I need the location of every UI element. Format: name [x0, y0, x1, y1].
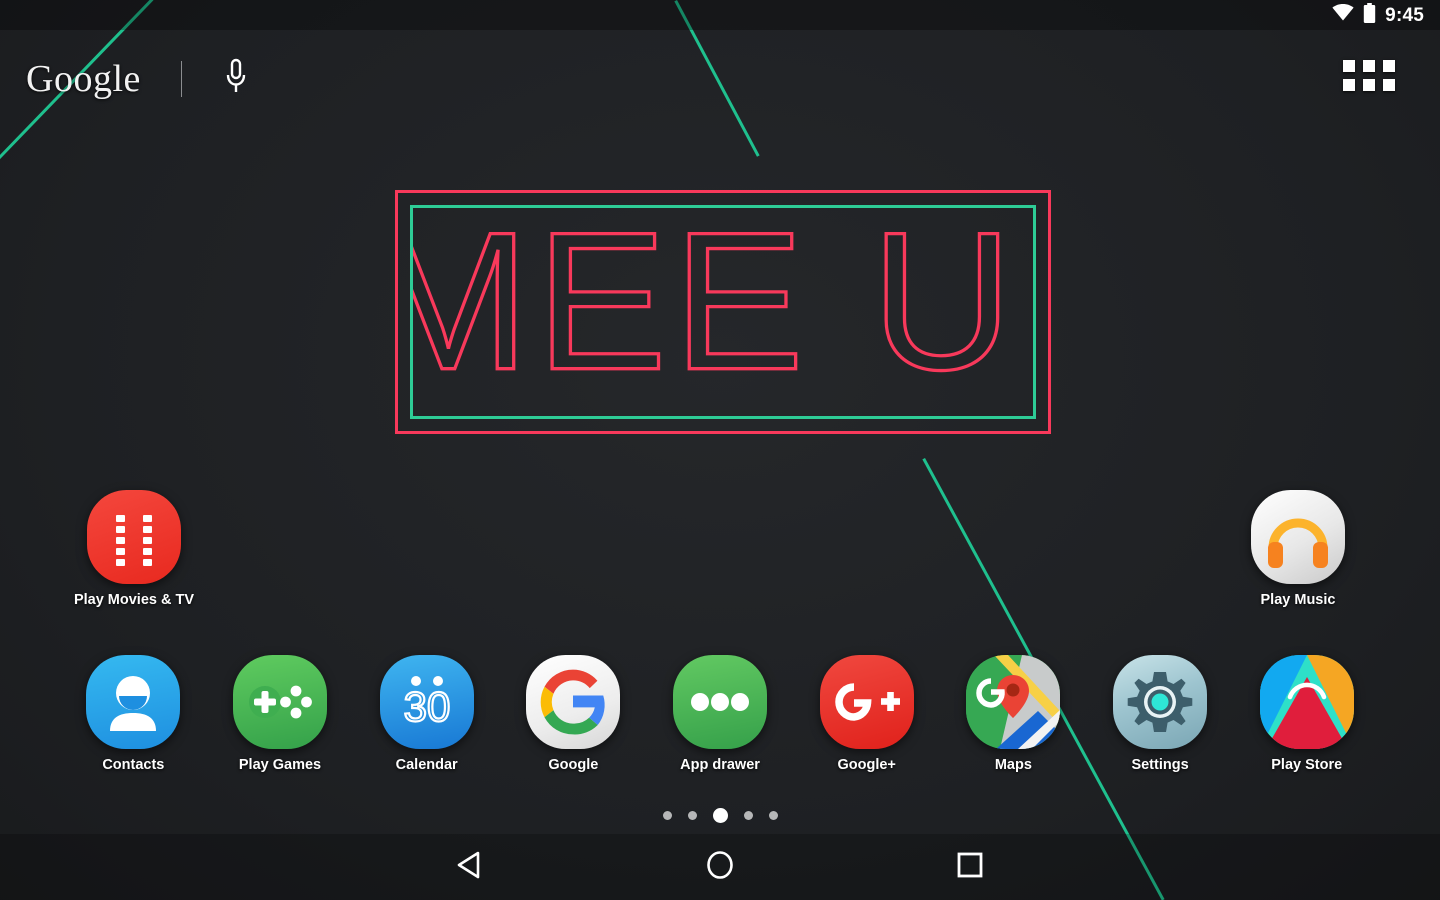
search-widget-divider [180, 61, 182, 97]
google-search-widget[interactable]: Google [26, 52, 250, 106]
page-dot-5[interactable] [768, 811, 778, 820]
mee-ui-logo-text: MEE UI [413, 224, 1033, 400]
home-button[interactable] [595, 848, 845, 887]
grid-cell [1363, 79, 1375, 91]
app-icon-play-games[interactable]: Play Games [207, 655, 354, 773]
back-button[interactable] [345, 848, 595, 887]
recents-button[interactable] [845, 848, 1095, 887]
calendar-day-number: 30 [403, 683, 450, 730]
home-screen-row-top: Play Movies & TV Play Music [0, 490, 1440, 608]
status-bar-clock: 9:45 [1385, 4, 1424, 26]
grid-cell [1363, 60, 1375, 72]
status-bar: 9:45 [0, 0, 1440, 30]
grid-cell [1383, 79, 1395, 91]
app-drawer-icon[interactable] [673, 655, 768, 749]
google-icon[interactable] [526, 655, 621, 749]
app-label: Calendar [395, 757, 458, 773]
mee-ui-logo: MEE UI [395, 190, 1051, 434]
maps-icon[interactable] [966, 655, 1061, 749]
app-label: Play Games [238, 757, 322, 773]
app-label: Play Store [1271, 757, 1343, 773]
app-icon-play-store[interactable]: Play Store [1233, 655, 1380, 773]
app-icon-contacts[interactable]: Contacts [60, 655, 207, 773]
recents-square-icon[interactable] [953, 848, 987, 887]
svg-text:MEE UI: MEE UI [413, 224, 1033, 400]
app-icon-play-music[interactable]: Play Music [1224, 490, 1372, 608]
calendar-icon[interactable]: 30 [379, 655, 474, 749]
app-label: Contacts [102, 757, 165, 773]
row-spacer [208, 490, 1224, 608]
app-icon-app-drawer[interactable]: App drawer [647, 655, 794, 773]
wifi-icon [1332, 4, 1354, 26]
grid-cell [1343, 60, 1355, 72]
home-circle-icon[interactable] [703, 848, 737, 887]
app-label: Maps [994, 757, 1032, 773]
app-icon-play-movies-tv[interactable]: Play Movies & TV [60, 490, 208, 608]
microphone-icon[interactable] [222, 57, 250, 102]
back-triangle-icon[interactable] [453, 848, 487, 887]
app-icon-maps[interactable]: Maps [940, 655, 1087, 773]
grid-cell [1383, 60, 1395, 72]
navigation-bar [0, 834, 1440, 900]
page-dot-2[interactable] [687, 811, 697, 820]
google-plus-icon[interactable] [819, 655, 914, 749]
app-label: Play Music [1260, 592, 1336, 608]
page-dot-3-active[interactable] [712, 808, 728, 823]
settings-icon[interactable] [1113, 655, 1208, 749]
app-icon-google-plus[interactable]: Google+ [793, 655, 940, 773]
page-indicator[interactable] [0, 808, 1440, 823]
app-label: Play Movies & TV [73, 592, 195, 608]
app-label: Google [548, 757, 599, 773]
mee-ui-logo-inner-border: MEE UI [410, 205, 1036, 419]
play-store-icon[interactable] [1259, 655, 1354, 749]
home-screen-dock-row: Contacts Play Games 30 Calendar Google A… [60, 655, 1380, 773]
page-dot-1[interactable] [662, 811, 672, 820]
google-wordmark[interactable]: Google [26, 60, 141, 98]
app-icon-google[interactable]: Google [500, 655, 647, 773]
app-label: App drawer [680, 757, 760, 773]
play-movies-icon[interactable] [87, 490, 181, 584]
battery-icon [1363, 2, 1376, 28]
app-label: Settings [1131, 757, 1189, 773]
app-icon-calendar[interactable]: 30 Calendar [353, 655, 500, 773]
contacts-icon[interactable] [86, 655, 181, 749]
page-dot-4[interactable] [743, 811, 753, 820]
app-icon-settings[interactable]: Settings [1087, 655, 1234, 773]
play-music-icon[interactable] [1251, 490, 1345, 584]
apps-grid-icon[interactable] [1343, 60, 1395, 100]
app-label: Google+ [837, 757, 896, 773]
android-home-screen: 9:45 Google MEE UI [0, 0, 1440, 900]
play-games-icon[interactable] [233, 655, 327, 749]
grid-cell [1343, 79, 1355, 91]
